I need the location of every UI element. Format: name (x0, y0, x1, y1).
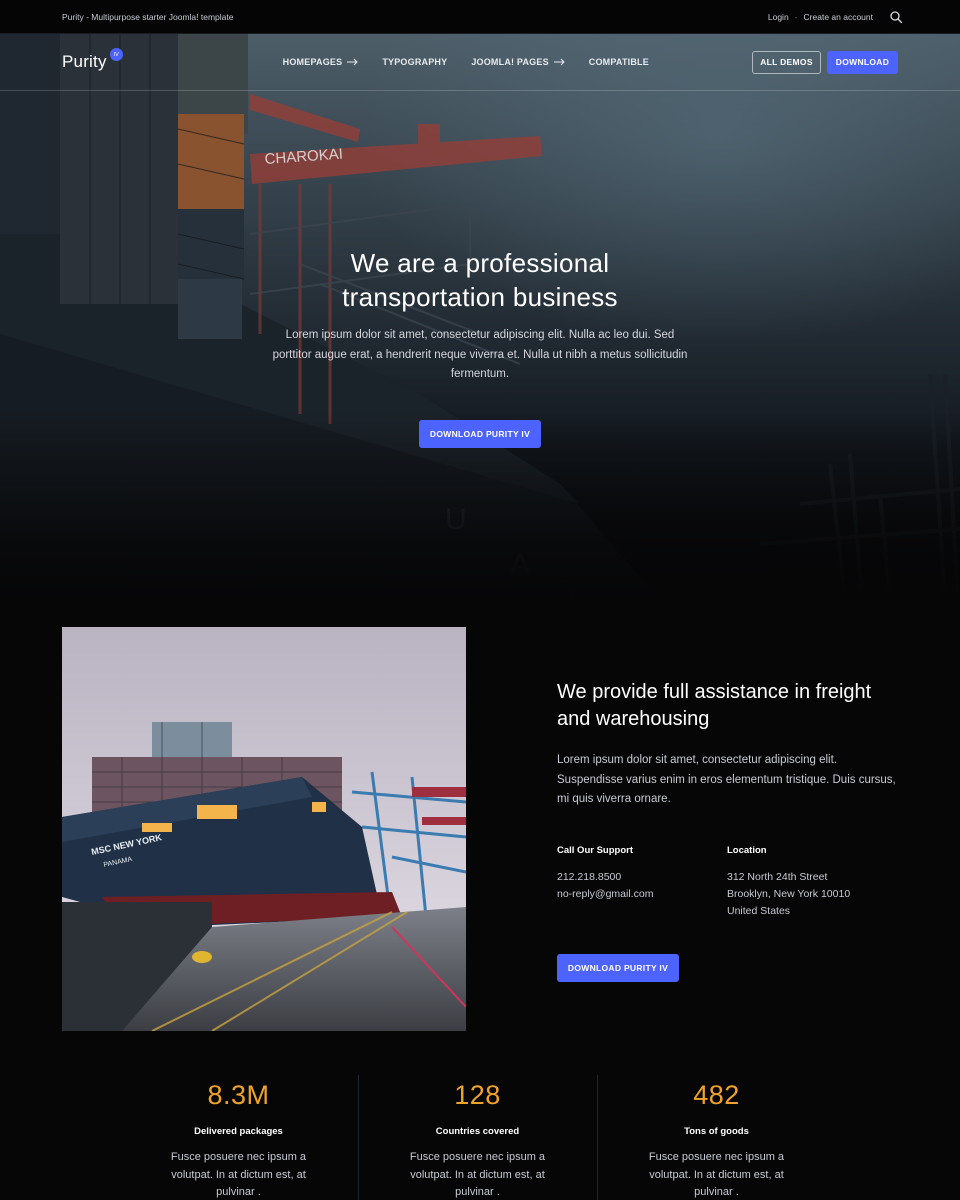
main-menu: HOMEPAGES TYPOGRAPHY JOOMLA! PAGES COMPA… (283, 57, 673, 67)
logo-version-badge: IV (109, 48, 123, 61)
site-tagline: Purity - Multipurpose starter Joomla! te… (62, 11, 234, 22)
menu-item-compatible[interactable]: COMPATIBLE (589, 57, 649, 67)
stats-row: 8.3M Delivered packages Fusce posuere ne… (119, 1075, 836, 1200)
site-logo[interactable]: Purity IV (62, 48, 123, 72)
arrow-right-icon (347, 58, 359, 66)
stat-label: Delivered packages (194, 1126, 283, 1137)
stat-description: Fusce posuere nec ipsum a volutpat. In a… (170, 1151, 307, 1198)
menu-item-label: HOMEPAGES (282, 57, 343, 67)
address-line-2: Brooklyn, New York 10010 (727, 887, 851, 900)
all-demos-button[interactable]: ALL DEMOS (752, 50, 821, 74)
hero-title: We are a professional transportation bus… (270, 246, 690, 314)
support-column: Call Our Support 212.218.8500 no-reply@g… (557, 845, 727, 921)
stat-item: 128 Countries covered Fusce posuere nec … (358, 1075, 597, 1200)
main-navbar: Purity IV HOMEPAGES TYPOGRAPHY JOOMLA! P… (0, 34, 960, 91)
login-link[interactable]: Login (768, 12, 789, 22)
hero-section: CHAROKAI UAS Purity IV HOMEPAGES (0, 34, 960, 600)
stat-label: Tons of goods (684, 1126, 749, 1137)
link-separator: - (794, 11, 798, 22)
download-button[interactable]: DOWNLOAD (827, 50, 898, 74)
stat-description: Fusce posuere nec ipsum a volutpat. In a… (648, 1151, 785, 1198)
about-title: We provide full assistance in freight an… (557, 681, 872, 730)
hero-title-line-2: transportation business (342, 282, 618, 312)
top-bar: Purity - Multipurpose starter Joomla! te… (0, 0, 960, 34)
stat-value: 482 (693, 1080, 740, 1110)
nav-buttons: ALL DEMOS DOWNLOAD (752, 50, 898, 74)
arrow-right-icon (553, 58, 565, 66)
contact-info: Call Our Support 212.218.8500 no-reply@g… (557, 845, 897, 921)
stat-value: 128 (454, 1080, 501, 1110)
menu-item-typography[interactable]: TYPOGRAPHY (382, 57, 447, 67)
menu-item-joomla-pages[interactable]: JOOMLA! PAGES (471, 57, 565, 67)
stat-item: 482 Tons of goods Fusce posuere nec ipsu… (597, 1075, 836, 1200)
stat-description: Fusce posuere nec ipsum a volutpat. In a… (409, 1151, 546, 1198)
address-line-3: United States (727, 904, 791, 917)
about-description: Lorem ipsum dolor sit amet, consectetur … (557, 754, 896, 805)
menu-item-homepages[interactable]: HOMEPAGES (283, 57, 359, 67)
support-label: Call Our Support (557, 844, 633, 856)
stat-label: Countries covered (435, 1126, 520, 1137)
menu-item-label: JOOMLA! PAGES (471, 57, 549, 67)
stat-value: 8.3M (207, 1080, 270, 1110)
location-label: Location (727, 844, 767, 856)
create-account-link[interactable]: Create an account (804, 12, 873, 22)
account-links: Login - Create an account (768, 10, 903, 24)
hero-content: We are a professional transportation bus… (270, 246, 690, 448)
support-phone[interactable]: 212.218.8500 (557, 869, 727, 886)
menu-item-label: COMPATIBLE (588, 57, 649, 67)
search-icon[interactable] (889, 10, 903, 24)
about-content: We provide full assistance in freight an… (557, 679, 897, 983)
stat-item: 8.3M Delivered packages Fusce posuere ne… (119, 1075, 358, 1200)
hero-description: Lorem ipsum dolor sit amet, consectetur … (272, 329, 688, 380)
hero-title-line-1: We are a professional (350, 248, 610, 278)
ship-photo: MSC NEW YORK PANAMA (62, 627, 466, 1031)
hero-download-button[interactable]: DOWNLOAD PURITY IV (419, 419, 541, 448)
logo-text: Purity (62, 52, 107, 71)
about-download-button[interactable]: DOWNLOAD PURITY IV (557, 954, 679, 983)
address-line-1: 312 North 24th Street (727, 870, 828, 883)
support-email[interactable]: no-reply@gmail.com (557, 886, 727, 903)
location-column: Location 312 North 24th Street Brooklyn,… (727, 845, 897, 921)
menu-item-label: TYPOGRAPHY (382, 57, 448, 67)
